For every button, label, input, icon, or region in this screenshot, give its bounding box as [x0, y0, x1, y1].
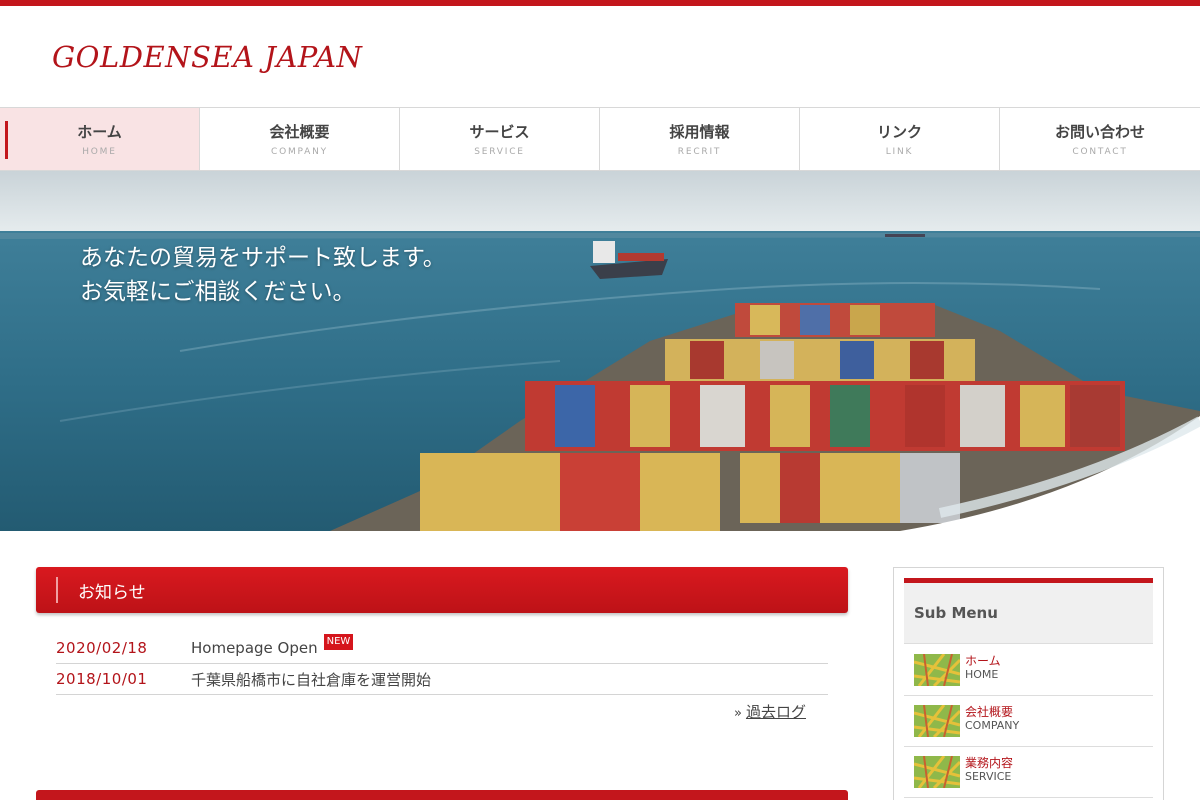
- news-section-header: お知らせ: [36, 567, 848, 613]
- news-text: Homepage Open: [191, 639, 318, 657]
- hero-caption-line2: お気軽にご相談ください。: [80, 279, 356, 305]
- nav-item-company[interactable]: 会社概要 COMPANY: [200, 108, 400, 170]
- nav-label-jp: サービス: [469, 122, 530, 141]
- next-section-header: [36, 790, 848, 800]
- sub-menu-label-en: SERVICE: [965, 770, 1012, 783]
- nav-item-recruit[interactable]: 採用情報 RECRIT: [600, 108, 800, 170]
- nav-item-service[interactable]: サービス SERVICE: [400, 108, 600, 170]
- nav-label-jp: お問い合わせ: [1054, 122, 1145, 141]
- sub-menu-label-jp: 会社概要: [965, 705, 1014, 719]
- nav-label-en: COMPANY: [271, 146, 328, 157]
- map-thumbnail-icon: [914, 654, 960, 686]
- news-date: 2018/10/01: [56, 670, 148, 688]
- archive-link-label[interactable]: 過去ログ: [746, 703, 806, 721]
- news-item[interactable]: 2020/02/18 Homepage Open NEW: [56, 633, 828, 664]
- nav-item-home[interactable]: ホーム HOME: [0, 108, 200, 170]
- sub-menu-title: Sub Menu: [914, 604, 998, 622]
- global-nav: ホーム HOME 会社概要 COMPANY サービス SERVICE 採用情報 …: [0, 107, 1200, 171]
- nav-item-link[interactable]: リンク LINK: [800, 108, 1000, 170]
- hero-ship-image: [0, 171, 1200, 531]
- sub-menu-label-en: COMPANY: [965, 719, 1020, 732]
- sub-menu-label-en: HOME: [965, 668, 999, 681]
- site-logo[interactable]: GOLDENSEA JAPAN: [52, 40, 362, 74]
- hero-caption: あなたの貿易をサポート致します。 お気軽にご相談ください。: [80, 241, 446, 309]
- nav-label-jp: リンク: [876, 122, 922, 141]
- news-text: 千葉県船橋市に自社倉庫を運営開始: [191, 670, 432, 689]
- sub-menu: Sub Menu ホーム HOME 会社概要 COMPANY 業務内容 SERV…: [893, 567, 1164, 800]
- nav-label-en: RECRIT: [677, 146, 722, 157]
- nav-item-contact[interactable]: お問い合わせ CONTACT: [1000, 108, 1200, 170]
- site-header: GOLDENSEA JAPAN: [0, 6, 1200, 107]
- sub-menu-item-home[interactable]: ホーム HOME: [904, 645, 1153, 696]
- new-badge: NEW: [323, 634, 354, 650]
- nav-label-en: LINK: [885, 146, 914, 157]
- sub-menu-label-jp: 業務内容: [965, 756, 1014, 770]
- news-list: 2020/02/18 Homepage Open NEW 2018/10/01 …: [56, 633, 828, 695]
- nav-label-en: SERVICE: [474, 146, 525, 157]
- hero-banner: あなたの貿易をサポート致します。 お気軽にご相談ください。: [0, 171, 1200, 531]
- sub-menu-item-company[interactable]: 会社概要 COMPANY: [904, 696, 1153, 747]
- news-date: 2020/02/18: [56, 639, 148, 657]
- nav-label-jp: 会社概要: [269, 122, 330, 141]
- nav-label-en: HOME: [82, 146, 117, 157]
- news-section-title: お知らせ: [78, 583, 146, 603]
- map-thumbnail-icon: [914, 705, 960, 737]
- news-item[interactable]: 2018/10/01 千葉県船橋市に自社倉庫を運営開始: [56, 664, 828, 695]
- hero-caption-line1: あなたの貿易をサポート致します。: [80, 245, 446, 271]
- nav-label-jp: 採用情報: [669, 122, 730, 141]
- sub-menu-header: Sub Menu: [904, 583, 1153, 644]
- sub-menu-label-jp: ホーム: [965, 654, 1001, 668]
- nav-label-jp: ホーム: [77, 122, 122, 141]
- map-thumbnail-icon: [914, 756, 960, 788]
- double-chevron-right-icon: »: [734, 706, 742, 721]
- sub-menu-item-service[interactable]: 業務内容 SERVICE: [904, 747, 1153, 798]
- archive-link[interactable]: » 過去ログ: [734, 701, 806, 722]
- nav-label-en: CONTACT: [1072, 146, 1128, 157]
